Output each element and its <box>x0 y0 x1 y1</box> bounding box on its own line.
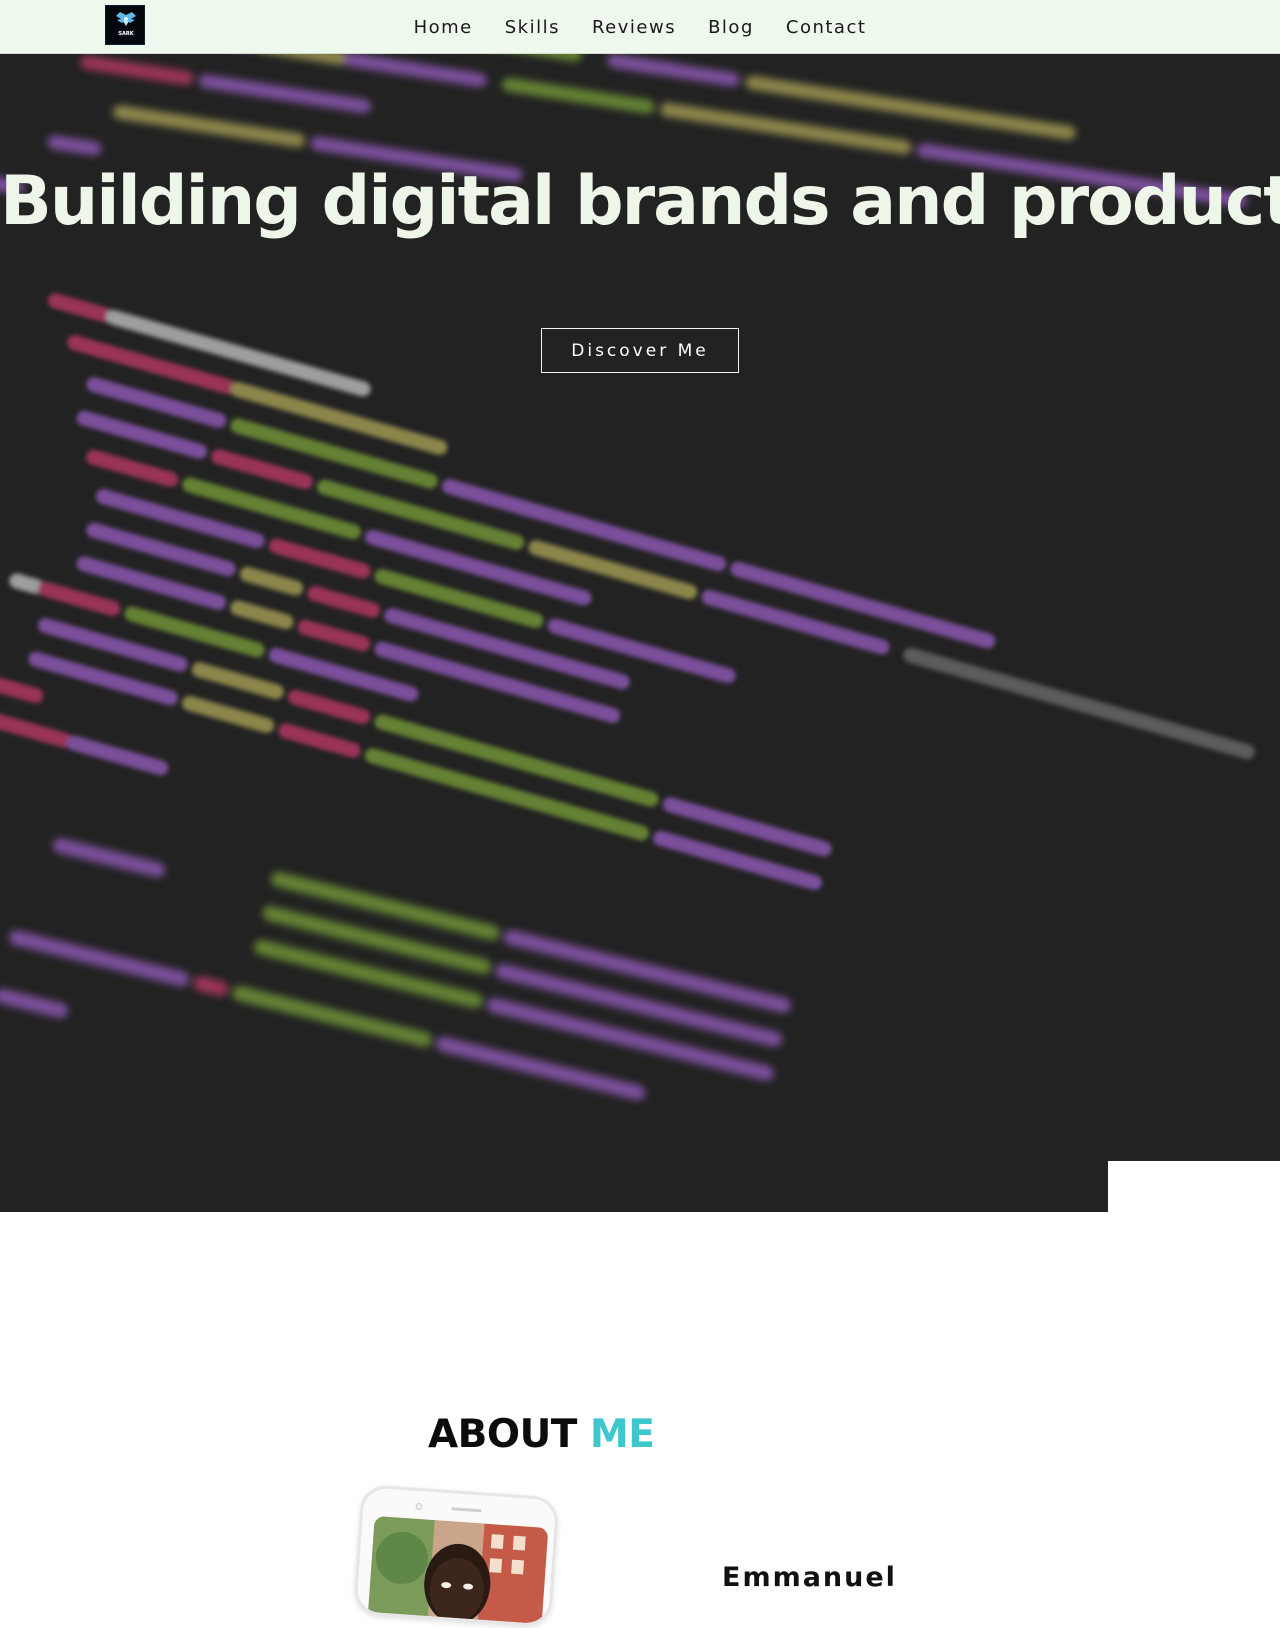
about-title: ABOUT ME <box>428 1412 655 1457</box>
about-title-word: ABOUT <box>428 1412 577 1457</box>
nav-link-skills[interactable]: Skills <box>489 17 576 38</box>
nav-link-contact[interactable]: Contact <box>770 17 883 38</box>
about-title-accent: ME <box>589 1412 655 1457</box>
profile-phone-frame <box>352 1484 560 1628</box>
hero-corner-block <box>1108 1161 1280 1212</box>
navbar: SARK Home Skills Reviews Blog Contact <box>0 0 1280 54</box>
hero-section: Building digital brands and products Dis… <box>0 54 1280 1212</box>
discover-me-button[interactable]: Discover Me <box>541 328 739 373</box>
profile-photo <box>367 1515 549 1628</box>
nav-link-home[interactable]: Home <box>398 17 489 38</box>
nav-link-blog[interactable]: Blog <box>692 17 770 38</box>
hero-title: Building digital brands and products <box>0 162 1280 241</box>
phone-camera-icon <box>415 1502 423 1511</box>
phone-speaker-icon <box>451 1507 482 1513</box>
nav-links: Home Skills Reviews Blog Contact <box>0 0 1280 54</box>
person-name: Emmanuel <box>722 1562 897 1593</box>
nav-link-reviews[interactable]: Reviews <box>576 17 692 38</box>
